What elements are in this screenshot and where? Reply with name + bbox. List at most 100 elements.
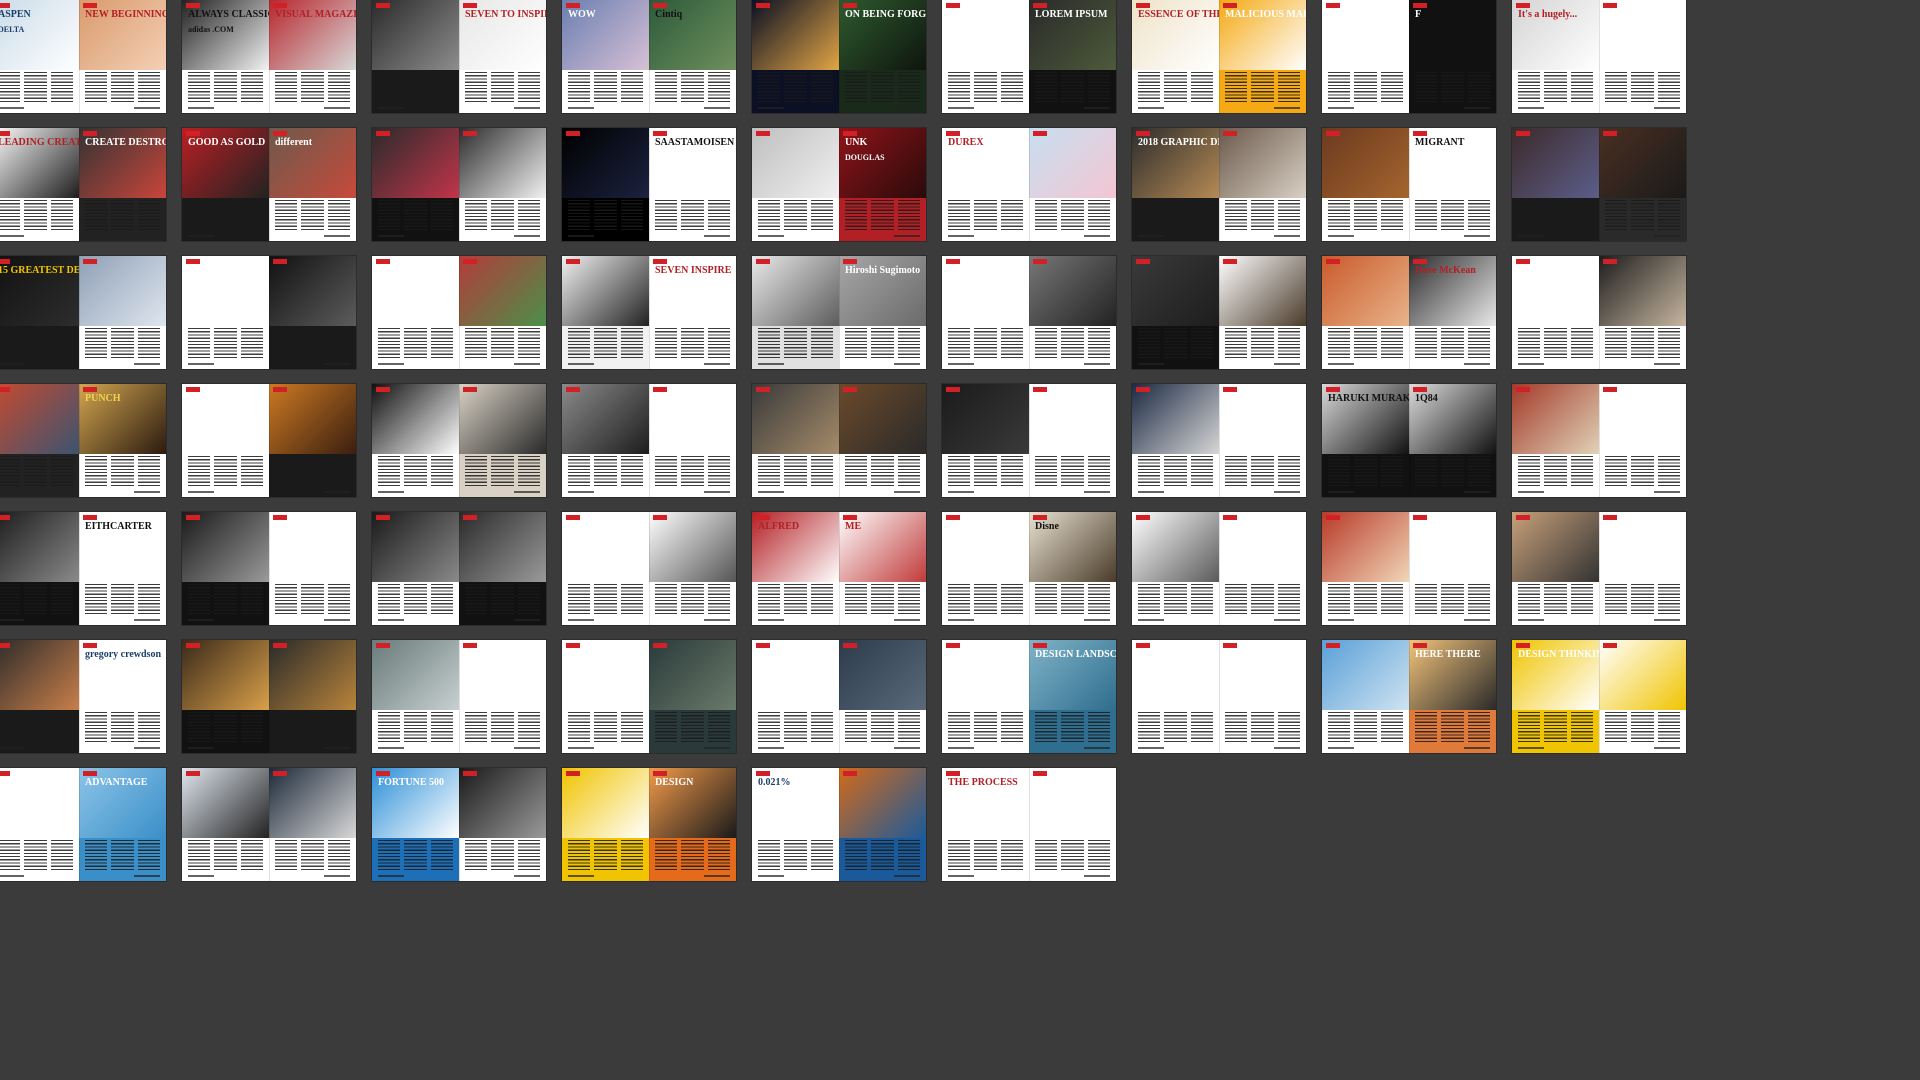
page-footer xyxy=(1084,747,1110,749)
magazine-spread[interactable]: DESIGN xyxy=(562,768,736,881)
magazine-spread[interactable]: THE PROCESS xyxy=(942,768,1116,881)
magazine-spread[interactable] xyxy=(1512,512,1686,625)
magazine-spread[interactable] xyxy=(182,768,356,881)
magazine-spread[interactable]: 15 GREATEST DESIGNERS xyxy=(0,256,166,369)
magazine-spread[interactable]: UNK DOUGLAS xyxy=(752,128,926,241)
magazine-spread[interactable]: DESIGN THINKING xyxy=(1512,640,1686,753)
magazine-spread[interactable]: Hiroshi Sugimoto xyxy=(752,256,926,369)
magazine-spread[interactable] xyxy=(1512,128,1686,241)
body-text-columns xyxy=(1328,456,1403,487)
magazine-spread[interactable]: gregory crewdson xyxy=(0,640,166,753)
magazine-spread[interactable] xyxy=(182,512,356,625)
section-tag xyxy=(83,387,97,392)
magazine-spread[interactable] xyxy=(1512,384,1686,497)
magazine-spread[interactable]: SAASTAMOISEN SAATIO xyxy=(562,128,736,241)
text-column xyxy=(620,328,643,359)
text-column xyxy=(1657,712,1680,743)
text-column xyxy=(0,712,21,743)
magazine-spread[interactable]: FORTUNE 500 xyxy=(372,768,546,881)
magazine-spread[interactable]: DESIGN LANDSCAPE xyxy=(942,640,1116,753)
magazine-spread[interactable]: MIGRANT xyxy=(1322,128,1496,241)
body-text-columns xyxy=(85,840,160,871)
magazine-spread[interactable]: SEVEN INSPIRE xyxy=(562,256,736,369)
magazine-spread[interactable] xyxy=(372,128,546,241)
magazine-spread[interactable] xyxy=(182,640,356,753)
magazine-spread[interactable]: HERE THERE xyxy=(1322,640,1496,753)
magazine-spread[interactable] xyxy=(182,256,356,369)
magazine-spread[interactable]: It's a hugely... xyxy=(1512,0,1686,113)
magazine-spread[interactable] xyxy=(372,512,546,625)
magazine-spread[interactable] xyxy=(1322,512,1496,625)
magazine-spread[interactable] xyxy=(1132,512,1306,625)
left-page: LEADING CREATIVES xyxy=(0,128,79,241)
spread-gutter xyxy=(1219,128,1220,241)
magazine-spread[interactable] xyxy=(372,256,546,369)
magazine-spread[interactable]: 0.021% xyxy=(752,768,926,881)
text-column xyxy=(214,72,237,103)
text-column xyxy=(430,584,453,615)
page-image xyxy=(1599,128,1686,199)
magazine-spread[interactable]: ON BEING FORGOTTEN xyxy=(752,0,926,113)
magazine-spread[interactable]: LOREM IPSUM xyxy=(942,0,1116,113)
magazine-spread[interactable] xyxy=(1132,256,1306,369)
magazine-spread[interactable]: HARUKI MURAKAMI 1Q84 xyxy=(1322,384,1496,497)
text-column xyxy=(465,712,488,743)
magazine-spread[interactable] xyxy=(752,640,926,753)
body-text-columns xyxy=(188,72,263,103)
text-column xyxy=(1164,456,1187,487)
magazine-spread[interactable]: EITHCARTER xyxy=(0,512,166,625)
spread-gutter xyxy=(1029,640,1030,753)
magazine-spread[interactable]: ESSENCE OF THE MATTER MALICIOUS MALWARE xyxy=(1132,0,1306,113)
magazine-spread[interactable]: F xyxy=(1322,0,1496,113)
page-footer xyxy=(704,747,730,749)
magazine-spread[interactable]: Dave McKean xyxy=(1322,256,1496,369)
page-headline: 0.021% xyxy=(758,777,791,788)
page-footer xyxy=(324,619,350,621)
text-column xyxy=(871,200,894,231)
magazine-spread[interactable] xyxy=(372,384,546,497)
page-footer xyxy=(0,235,24,237)
magazine-spread[interactable]: PUNCH xyxy=(0,384,166,497)
text-column xyxy=(137,200,160,231)
magazine-spread[interactable] xyxy=(752,384,926,497)
magazine-spread[interactable] xyxy=(942,384,1116,497)
magazine-spread[interactable]: ADVANTAGE xyxy=(0,768,166,881)
page-footer xyxy=(1464,235,1490,237)
magazine-spread[interactable]: ALWAYS CLASSIC adidas .COM VISUAL MAGAZINE… xyxy=(182,0,356,113)
magazine-spread[interactable]: ALFRED ME xyxy=(752,512,926,625)
magazine-spread[interactable]: 2018 GRAPHIC DESIGN TRENDS xyxy=(1132,128,1306,241)
magazine-spread[interactable] xyxy=(182,384,356,497)
magazine-spread[interactable]: SEVEN TO INSPIRE xyxy=(372,0,546,113)
magazine-spread[interactable] xyxy=(562,640,736,753)
magazine-spread[interactable]: LEADING CREATIVES CREATE DESTROY xyxy=(0,128,166,241)
text-column xyxy=(1518,200,1541,231)
magazine-spread[interactable] xyxy=(942,256,1116,369)
magazine-spread[interactable] xyxy=(1132,384,1306,497)
text-column xyxy=(1354,72,1377,103)
magazine-spread[interactable] xyxy=(562,512,736,625)
text-column xyxy=(85,328,108,359)
magazine-spread[interactable]: WOW Cintiq xyxy=(562,0,736,113)
magazine-spread[interactable] xyxy=(1132,640,1306,753)
magazine-spread[interactable]: ASPEN DELTA NEW BEGINNINGS FOR US xyxy=(0,0,166,113)
text-column xyxy=(240,584,263,615)
body-text-columns xyxy=(275,328,350,359)
magazine-spread[interactable] xyxy=(372,640,546,753)
page-headline: FORTUNE 500 xyxy=(378,777,445,788)
magazine-spread[interactable] xyxy=(1512,256,1686,369)
magazine-spread[interactable]: Disne xyxy=(942,512,1116,625)
text-column xyxy=(491,584,514,615)
magazine-spread[interactable]: GOOD AS GOLD different xyxy=(182,128,356,241)
text-column xyxy=(0,200,21,231)
page-subhead: DOUGLAS xyxy=(845,153,885,162)
text-column xyxy=(240,328,263,359)
page-footer xyxy=(948,235,974,237)
text-column xyxy=(1570,72,1593,103)
magazine-spread[interactable]: DUREX xyxy=(942,128,1116,241)
text-column xyxy=(655,840,678,871)
text-column xyxy=(1000,72,1023,103)
magazine-spread[interactable] xyxy=(562,384,736,497)
spread-gutter xyxy=(459,0,460,113)
text-column xyxy=(1328,584,1351,615)
text-column xyxy=(1190,72,1213,103)
